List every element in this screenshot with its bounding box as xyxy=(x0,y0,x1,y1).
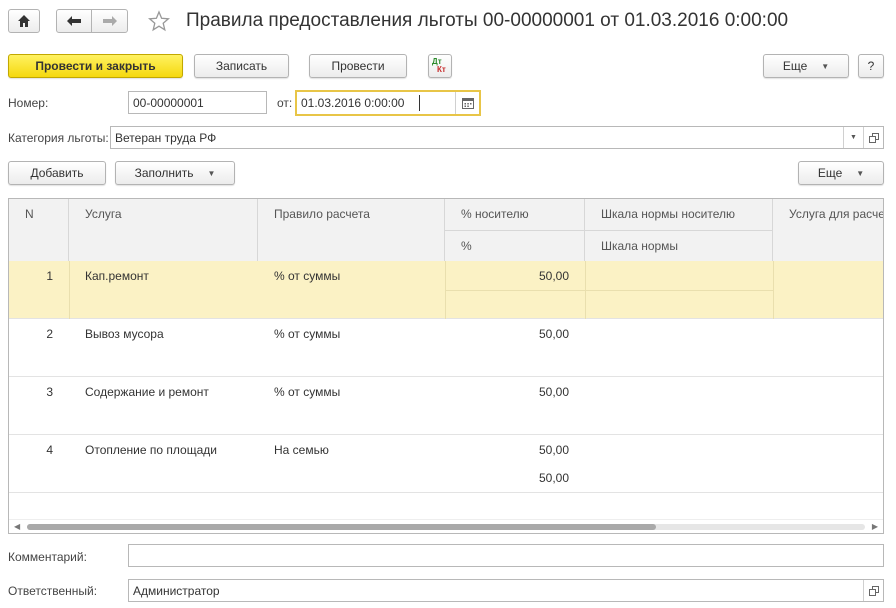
number-label: Номер: xyxy=(8,96,49,110)
sub-row-divider xyxy=(445,290,773,291)
dropdown-arrow-icon: ▼ xyxy=(821,61,830,71)
scroll-track[interactable] xyxy=(27,524,865,530)
post-and-close-button[interactable]: Провести и закрыть xyxy=(8,54,183,78)
number-input[interactable]: 00-00000001 xyxy=(128,91,267,114)
category-input[interactable]: Ветеран труда РФ ▼ xyxy=(110,126,884,149)
table-more-button[interactable]: Еще ▼ xyxy=(798,161,884,185)
scroll-thumb[interactable] xyxy=(27,524,656,530)
responsible-open-button[interactable] xyxy=(863,580,883,601)
row-number: 4 xyxy=(46,443,53,457)
arrow-left-icon xyxy=(67,16,81,26)
category-value: Ветеран труда РФ xyxy=(115,130,217,145)
row-service[interactable]: Отопление по площади xyxy=(85,443,217,457)
table-more-label: Еще xyxy=(817,166,843,180)
col-header-service-calc[interactable]: Услуга для расчета xyxy=(773,199,883,261)
responsible-value: Администратор xyxy=(133,583,220,598)
responsible-label: Ответственный: xyxy=(8,584,98,598)
text-cursor xyxy=(419,95,420,111)
back-button[interactable] xyxy=(56,9,92,33)
add-row-button[interactable]: Добавить xyxy=(8,161,106,185)
date-value: 01.03.2016 0:00:00 xyxy=(301,96,405,110)
col-divider xyxy=(69,261,70,319)
dt-kt-icon: Дт Кт xyxy=(431,58,449,74)
more-label: Еще xyxy=(782,59,808,73)
col-header-rule[interactable]: Правило расчета xyxy=(258,199,445,261)
row-number: 2 xyxy=(46,327,53,341)
category-dropdown-button[interactable]: ▼ xyxy=(843,127,863,148)
more-button[interactable]: Еще ▼ xyxy=(763,54,849,78)
calendar-icon xyxy=(461,97,474,109)
row-pct[interactable]: 50,00 xyxy=(445,385,569,399)
col-header-pct-sub[interactable]: % xyxy=(445,230,585,261)
row-pct[interactable]: 50,00 xyxy=(445,443,569,457)
fill-button[interactable]: Заполнить ▼ xyxy=(115,161,235,185)
help-button[interactable]: ? xyxy=(858,54,884,78)
date-input[interactable]: 01.03.2016 0:00:00 xyxy=(295,90,481,116)
col-header-service[interactable]: Услуга xyxy=(69,199,258,261)
row-rule[interactable]: % от суммы xyxy=(274,385,340,399)
date-label: от: xyxy=(277,96,293,110)
window-title: Правила предоставления льготы 00-0000000… xyxy=(186,10,789,31)
dt-kt-button[interactable]: Дт Кт xyxy=(428,54,452,78)
row-rule[interactable]: % от суммы xyxy=(274,327,340,341)
col-header-pct[interactable]: % носителю xyxy=(445,199,585,230)
row-service[interactable]: Вывоз мусора xyxy=(85,327,164,341)
open-window-icon xyxy=(868,132,879,143)
row-rule[interactable]: % от суммы xyxy=(274,269,340,283)
table-row[interactable]: 3 Содержание и ремонт % от суммы 50,00 xyxy=(9,377,883,435)
star-icon xyxy=(147,10,171,32)
arrow-right-icon xyxy=(102,16,117,26)
scroll-left-icon[interactable]: ◀ xyxy=(14,522,20,531)
col-header-scale[interactable]: Шкала нормы носителю xyxy=(585,199,773,230)
row-number: 3 xyxy=(46,385,53,399)
forward-button[interactable] xyxy=(91,9,128,33)
col-header-n[interactable]: N xyxy=(9,199,69,261)
home-icon xyxy=(18,15,30,27)
home-button[interactable] xyxy=(8,9,40,33)
row-rule[interactable]: На семью xyxy=(274,443,329,457)
scroll-right-icon[interactable]: ▶ xyxy=(872,522,878,531)
save-button[interactable]: Записать xyxy=(194,54,289,78)
comment-label: Комментарий: xyxy=(8,550,87,564)
horizontal-scrollbar[interactable]: ◀ ▶ xyxy=(9,519,883,533)
comment-input[interactable] xyxy=(128,544,884,567)
fill-label: Заполнить xyxy=(134,166,194,180)
table-row[interactable]: 1 Кап.ремонт % от суммы 50,00 xyxy=(9,261,883,319)
category-open-button[interactable] xyxy=(863,127,883,148)
favorite-star-button[interactable] xyxy=(147,10,171,35)
open-window-icon xyxy=(868,585,879,596)
dropdown-arrow-icon: ▼ xyxy=(850,134,857,141)
col-divider xyxy=(773,261,774,319)
row-service[interactable]: Содержание и ремонт xyxy=(85,385,209,399)
table-row[interactable]: 4 Отопление по площади На семью 50,00 50… xyxy=(9,435,883,493)
row-pct[interactable]: 50,00 xyxy=(445,269,569,283)
dropdown-arrow-icon: ▼ xyxy=(207,168,216,178)
row-pct-second[interactable]: 50,00 xyxy=(445,471,569,485)
dropdown-arrow-icon: ▼ xyxy=(856,168,865,178)
calendar-button[interactable] xyxy=(455,92,479,114)
row-number: 1 xyxy=(46,269,53,283)
table-row[interactable]: 2 Вывоз мусора % от суммы 50,00 xyxy=(9,319,883,377)
row-pct[interactable]: 50,00 xyxy=(445,327,569,341)
col-header-scale-sub[interactable]: Шкала нормы xyxy=(585,230,773,261)
post-button[interactable]: Провести xyxy=(309,54,407,78)
table-header: N Услуга Правило расчета % носителю % Шк… xyxy=(9,199,883,261)
kt-label: Кт xyxy=(437,65,446,74)
row-service[interactable]: Кап.ремонт xyxy=(85,269,149,283)
category-label: Категория льготы: xyxy=(8,131,109,145)
rules-table[interactable]: N Услуга Правило расчета % носителю % Шк… xyxy=(8,198,884,534)
responsible-input[interactable]: Администратор xyxy=(128,579,884,602)
